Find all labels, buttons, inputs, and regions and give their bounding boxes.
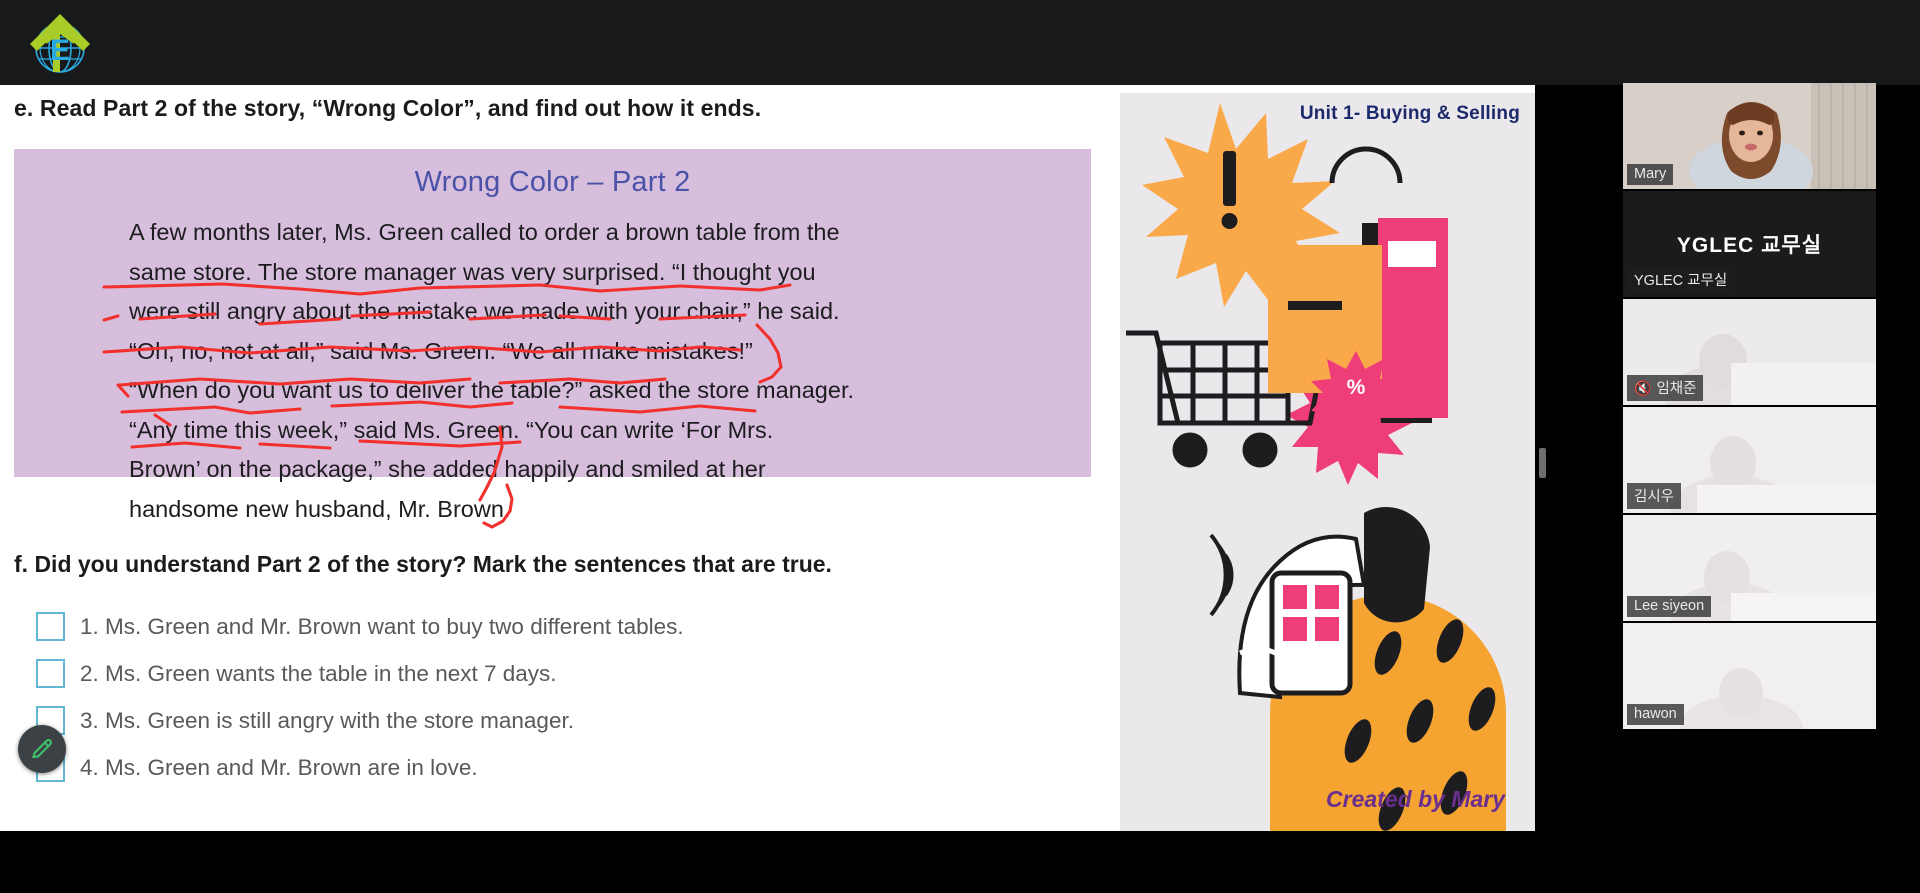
story-line: were still angry about the mistake we ma… [129,298,840,324]
story-line: Brown’ on the package,” she added happil… [129,456,766,482]
choice-item-4[interactable]: 4. Ms. Green and Mr. Brown are in love. [36,744,1076,791]
participant-name: YGLEC 교무실 [1634,273,1728,289]
participant-name: hawon [1634,706,1677,722]
illustration-panel: Unit 1- Buying & Selling % Created by Ma… [1120,93,1535,831]
wifi-icon [1209,533,1234,617]
choice-label-4: 4. Ms. Green and Mr. Brown are in love. [80,754,478,780]
participant-rail: Mary YGLEC 교무실 YGLEC 교무실 🔇 임채준 김시우 Lee s… [1623,83,1876,731]
choice-label-2: 2. Ms. Green wants the table in the next… [80,660,557,686]
participant-tile-imchaejun[interactable]: 🔇 임채준 [1623,299,1876,405]
participant-tile-yglec-office[interactable]: YGLEC 교무실 YGLEC 교무실 [1623,191,1876,297]
shared-slide[interactable]: e. Read Part 2 of the story, “Wrong Colo… [0,85,1535,831]
participant-name-tag: hawon [1627,704,1684,725]
yglec-logo: E [26,8,94,78]
participant-name: Mary [1634,166,1667,182]
choice-label-1: 1. Ms. Green and Mr. Brown want to buy t… [80,613,684,639]
participant-name-tag: Mary [1627,164,1674,185]
svg-text:E: E [50,34,70,67]
question-e-text: e. Read Part 2 of the story, “Wrong Colo… [14,95,762,121]
participant-tile-lee-siyeon[interactable]: Lee siyeon [1623,515,1876,621]
pen-tool-button[interactable] [18,725,66,773]
participant-name-tag: 김시우 [1627,483,1682,509]
checkbox-2[interactable] [36,659,65,688]
top-bar: E [0,0,1920,85]
created-by-label: Created by Mary [1326,786,1505,812]
shopping-illustration: % [1126,103,1506,831]
story-box: Wrong Color – Part 2 A few months later,… [14,149,1091,522]
participant-name: 임채준 [1656,381,1697,397]
participant-name: Lee siyeon [1634,598,1705,614]
story-line: “When do you want us to deliver the tabl… [129,377,855,403]
participant-name-tag: 🔇 임채준 [1627,375,1704,401]
participant-name-tag: Lee siyeon [1627,596,1712,617]
person-with-phone-illustration [1209,506,1506,831]
unit-title: Unit 1- Buying & Selling [1299,103,1520,124]
choice-item-2[interactable]: 2. Ms. Green wants the table in the next… [36,650,1076,697]
story-body: A few months later, Ms. Green called to … [129,213,991,529]
story-line: A few months later, Ms. Green called to … [129,219,840,245]
story-line: same store. The store manager was very s… [129,258,816,285]
pencil-icon [32,739,52,759]
story-line: handsome new husband, Mr. Brown. [129,495,511,522]
participant-name: 김시우 [1634,489,1675,505]
participant-tile-kimsiwoo[interactable]: 김시우 [1623,407,1876,513]
story-title: Wrong Color – Part 2 [414,166,691,198]
story-line: “Oh, no, not at all,” said Ms. Green. “W… [129,337,753,364]
choice-item-3[interactable]: 3. Ms. Green is still angry with the sto… [36,697,1076,744]
svg-text:%: % [1347,376,1366,399]
worksheet-page: e. Read Part 2 of the story, “Wrong Colo… [0,85,1120,831]
participant-tile-mary[interactable]: Mary [1623,83,1876,189]
checkbox-1[interactable] [36,612,65,641]
participant-tile-hawon[interactable]: hawon [1623,623,1876,729]
choice-label-3: 3. Ms. Green is still angry with the sto… [80,707,574,733]
choice-list: 1. Ms. Green and Mr. Brown want to buy t… [36,603,1076,791]
slide-resize-handle[interactable] [1539,448,1546,478]
participant-name-tag: YGLEC 교무실 [1627,267,1735,293]
story-line: “Any time this week,” said Ms. Green. “Y… [129,416,774,443]
app-root: E e. Read Part 2 of the story, “Wrong Co… [0,0,1920,893]
choice-item-1[interactable]: 1. Ms. Green and Mr. Brown want to buy t… [36,603,1076,650]
question-f-text: f. Did you understand Part 2 of the stor… [14,551,832,577]
mic-muted-icon: 🔇 [1634,379,1652,396]
